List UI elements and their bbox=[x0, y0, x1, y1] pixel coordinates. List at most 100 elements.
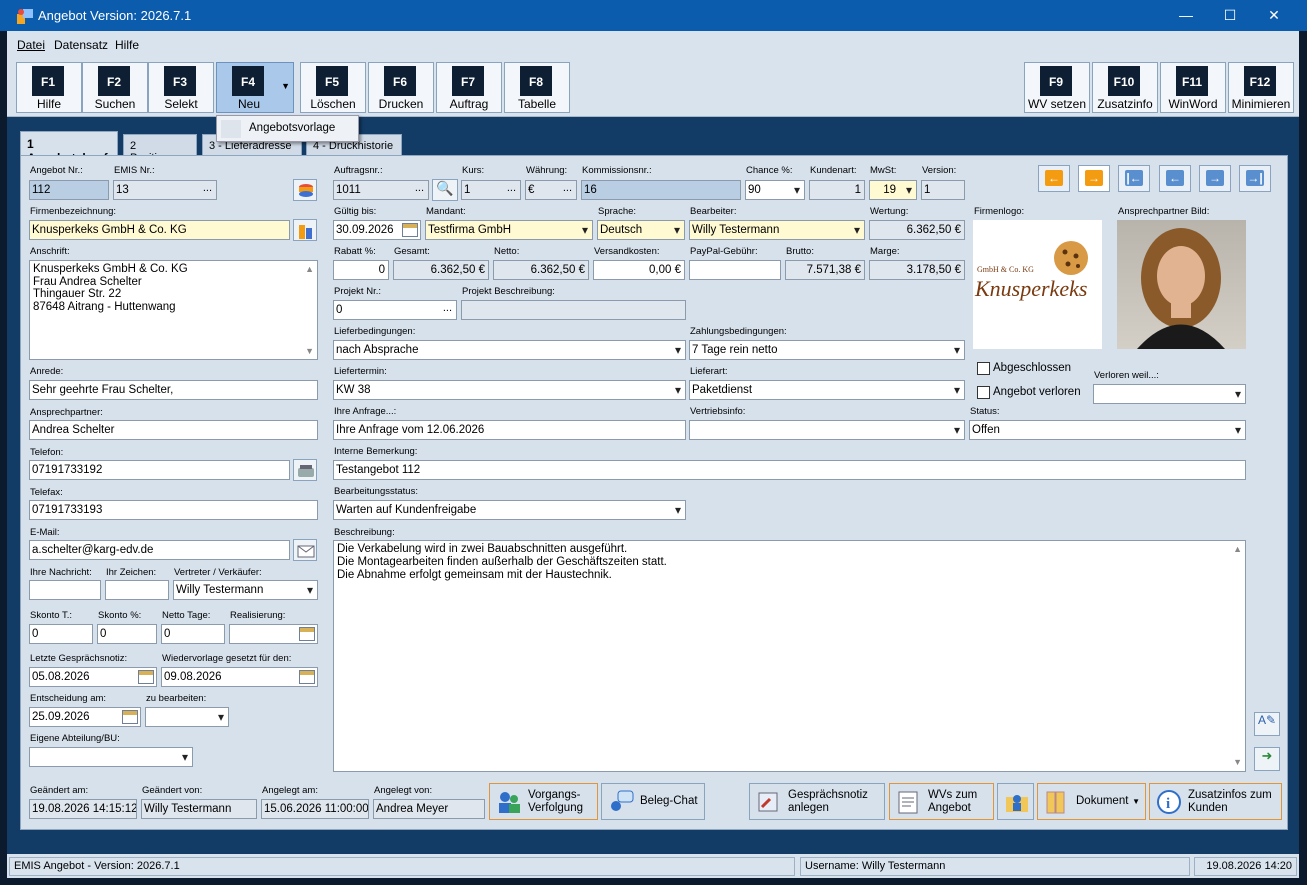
f12-minimize-button[interactable]: F12 Minimieren bbox=[1228, 62, 1294, 113]
f3-select-button[interactable]: F3 Selekt bbox=[148, 62, 214, 113]
wiedervorlage-field[interactable]: 09.08.2026 bbox=[161, 667, 318, 687]
skonto-p-field[interactable]: 0 bbox=[97, 624, 157, 644]
f4-new-button[interactable]: F4 Neu ▼ bbox=[216, 62, 294, 113]
marge-field[interactable]: 3.178,50 € bbox=[869, 260, 965, 280]
minimize-button[interactable]: — bbox=[1163, 0, 1209, 31]
lieferart-select[interactable]: Paketdienst bbox=[689, 380, 965, 400]
scroll-down-icon[interactable]: ▼ bbox=[305, 345, 314, 358]
projekt-beschr-field[interactable] bbox=[461, 300, 686, 320]
versand-field[interactable]: 0,00 € bbox=[593, 260, 685, 280]
bearbeiter-select[interactable]: Willy Testermann bbox=[689, 220, 865, 240]
telefon-field[interactable]: 07191733192 bbox=[29, 460, 290, 480]
zahlungsbed-select[interactable]: 7 Tage rein netto bbox=[689, 340, 965, 360]
nav-first-button[interactable]: |← bbox=[1118, 165, 1150, 192]
f10-info-button[interactable]: F10 Zusatzinfo bbox=[1092, 62, 1158, 113]
nav-prev-orange-button[interactable]: ← bbox=[1038, 165, 1070, 192]
ansprechpartner-field[interactable]: Andrea Schelter bbox=[29, 420, 318, 440]
ihre-nachricht-field[interactable] bbox=[29, 580, 101, 600]
email-field[interactable]: a.schelter@karg-edv.de bbox=[29, 540, 290, 560]
zu-bearbeiten-select[interactable] bbox=[145, 707, 229, 727]
projekt-nr-field[interactable]: 0 bbox=[333, 300, 457, 320]
kommissionsnr-field[interactable]: 16 bbox=[581, 180, 741, 200]
rabatt-field[interactable]: 0 bbox=[333, 260, 389, 280]
ihr-zeichen-field[interactable] bbox=[105, 580, 169, 600]
building-icon[interactable] bbox=[293, 219, 317, 241]
verloren-weil-select[interactable] bbox=[1093, 384, 1246, 404]
emis-nr-field[interactable]: 13 bbox=[113, 180, 217, 200]
netto-field[interactable]: 6.362,50 € bbox=[493, 260, 589, 280]
calendar-icon[interactable] bbox=[402, 223, 418, 237]
version-field[interactable]: 1 bbox=[921, 180, 965, 200]
skonto-t-field[interactable]: 0 bbox=[29, 624, 93, 644]
ihre-anfrage-field[interactable]: Ihre Anfrage vom 12.06.2026 bbox=[333, 420, 686, 440]
tab-angebotskopf[interactable]: 1 Angebotskopf bbox=[20, 131, 118, 165]
abteilung-select[interactable] bbox=[29, 747, 193, 767]
wertung-field[interactable]: 6.362,50 € bbox=[869, 220, 965, 240]
nav-next-button[interactable]: → bbox=[1199, 165, 1231, 192]
menu-datei[interactable]: Datei bbox=[17, 38, 45, 52]
sprache-select[interactable]: Deutsch bbox=[597, 220, 685, 240]
f9-wv-button[interactable]: F9 WV setzen bbox=[1024, 62, 1090, 113]
netto-tage-field[interactable]: 0 bbox=[161, 624, 225, 644]
f2-search-button[interactable]: F2 Suchen bbox=[82, 62, 148, 113]
kurs-field[interactable]: 1 bbox=[461, 180, 521, 200]
firma-field[interactable]: Knusperkeks GmbH & Co. KG bbox=[29, 220, 290, 240]
vertreter-select[interactable]: Willy Testermann bbox=[173, 580, 318, 600]
anrede-field[interactable]: Sehr geehrte Frau Schelter, bbox=[29, 380, 318, 400]
f5-delete-button[interactable]: F5 Löschen bbox=[300, 62, 366, 113]
dokument-button[interactable]: Dokument ▼ bbox=[1037, 783, 1146, 820]
verloren-checkbox[interactable] bbox=[977, 386, 990, 399]
anschrift-textarea[interactable]: Knusperkeks GmbH & Co. KG Frau Andrea Sc… bbox=[29, 260, 318, 360]
entscheidung-field[interactable]: 25.09.2026 bbox=[29, 707, 141, 727]
mail-icon[interactable] bbox=[293, 539, 317, 561]
f1-help-button[interactable]: F1 Hilfe bbox=[16, 62, 82, 113]
vertriebsinfo-select[interactable] bbox=[689, 420, 965, 440]
export-icon[interactable]: ➜ bbox=[1254, 747, 1280, 771]
phone-icon[interactable] bbox=[293, 459, 317, 481]
abgeschlossen-checkbox[interactable] bbox=[977, 362, 990, 375]
mandant-select[interactable]: Testfirma GmbH bbox=[425, 220, 593, 240]
beschreibung-textarea[interactable]: Die Verkabelung wird in zwei Bauabschnit… bbox=[333, 540, 1246, 772]
brutto-field[interactable]: 7.571,38 € bbox=[785, 260, 865, 280]
status-select[interactable]: Offen bbox=[969, 420, 1246, 440]
nav-last-button[interactable]: →| bbox=[1239, 165, 1271, 192]
liefertermin-select[interactable]: KW 38 bbox=[333, 380, 686, 400]
kundenart-field[interactable]: 1 bbox=[809, 180, 865, 200]
wvs-zum-angebot-button[interactable]: WVs zum Angebot bbox=[889, 783, 994, 820]
gespraechsnotiz-button[interactable]: Gesprächsnotiz anlegen bbox=[749, 783, 885, 820]
paypal-field[interactable] bbox=[689, 260, 781, 280]
beleg-chat-button[interactable]: Beleg-Chat bbox=[601, 783, 705, 820]
calendar-icon[interactable] bbox=[138, 670, 154, 684]
gesamt-field[interactable]: 6.362,50 € bbox=[393, 260, 489, 280]
vorgangsverfolgung-button[interactable]: Vorgangs- Verfolgung bbox=[489, 783, 598, 820]
menu-datensatz[interactable]: Datensatz bbox=[54, 38, 108, 52]
scroll-down-icon[interactable]: ▼ bbox=[1233, 756, 1242, 769]
menu-hilfe[interactable]: Hilfe bbox=[115, 38, 139, 52]
chance-select[interactable]: 90 bbox=[745, 180, 805, 200]
tab-positionen[interactable]: 2 Positionen bbox=[123, 134, 197, 164]
text-format-icon[interactable]: A✎ bbox=[1254, 712, 1280, 736]
lieferbed-select[interactable]: nach Absprache bbox=[333, 340, 686, 360]
f4-dropdown-arrow-icon[interactable]: ▼ bbox=[281, 81, 290, 91]
angebot-nr-field[interactable]: 112 bbox=[29, 180, 109, 200]
search-icon[interactable]: 🔍 bbox=[432, 179, 458, 201]
db-icon[interactable] bbox=[293, 179, 317, 201]
calendar-icon[interactable] bbox=[122, 710, 138, 724]
zusatzinfos-button[interactable]: i Zusatzinfos zum Kunden bbox=[1149, 783, 1282, 820]
nav-next-orange-button[interactable]: → bbox=[1078, 165, 1110, 192]
gueltig-field[interactable]: 30.09.2026 bbox=[333, 220, 421, 240]
auftragsnr-field[interactable]: 1011 bbox=[333, 180, 429, 200]
letzte-notiz-field[interactable]: 05.08.2026 bbox=[29, 667, 157, 687]
bearb-status-select[interactable]: Warten auf Kundenfreigabe bbox=[333, 500, 686, 520]
calendar-icon[interactable] bbox=[299, 670, 315, 684]
contact-folder-button[interactable] bbox=[997, 783, 1034, 820]
menu-item-angebotsvorlage[interactable]: Angebotsvorlage bbox=[249, 122, 335, 134]
realisierung-field[interactable] bbox=[229, 624, 318, 644]
f11-winword-button[interactable]: F11 WinWord bbox=[1160, 62, 1226, 113]
interne-bem-field[interactable]: Testangebot 112 bbox=[333, 460, 1246, 480]
mwst-select[interactable]: 19 bbox=[869, 180, 917, 200]
waehrung-field[interactable]: € bbox=[525, 180, 577, 200]
calendar-icon[interactable] bbox=[299, 627, 315, 641]
f7-order-button[interactable]: F7 Auftrag bbox=[436, 62, 502, 113]
f8-table-button[interactable]: F8 Tabelle bbox=[504, 62, 570, 113]
